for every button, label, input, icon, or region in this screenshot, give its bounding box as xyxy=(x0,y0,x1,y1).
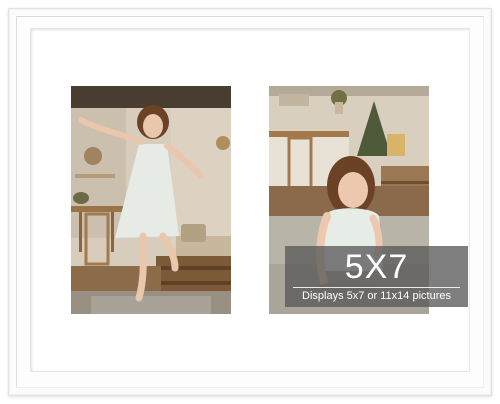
product-image: 5X7 Displays 5x7 or 11x14 pictures xyxy=(0,0,500,404)
badge-caption: Displays 5x7 or 11x14 pictures xyxy=(302,290,451,302)
size-badge: 5X7 Displays 5x7 or 11x14 pictures xyxy=(285,246,468,307)
badge-divider xyxy=(293,287,460,288)
badge-size-label: 5X7 xyxy=(344,248,409,286)
photo-opening-left xyxy=(71,86,231,314)
photo-girl-jumping xyxy=(71,86,231,314)
